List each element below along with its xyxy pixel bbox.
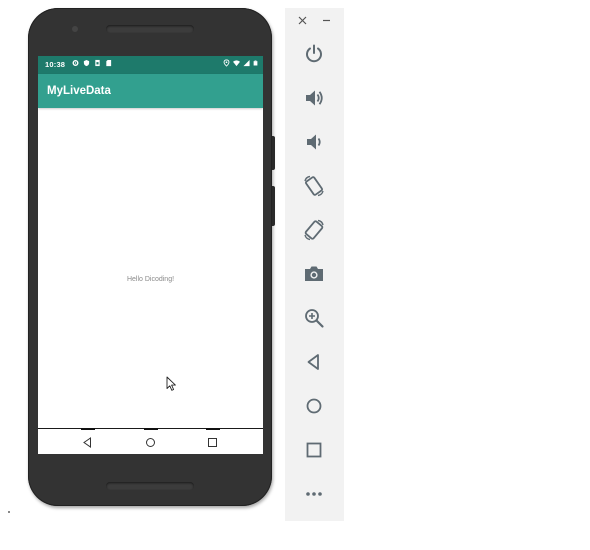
rotate-left-icon	[304, 175, 324, 197]
nav-home-icon[interactable]	[143, 435, 157, 449]
rotate-right-button[interactable]	[302, 218, 326, 242]
sd-card-icon	[106, 59, 112, 67]
app-bar: MyLiveData	[38, 74, 263, 108]
power-button[interactable]	[302, 42, 326, 66]
wifi-icon	[233, 60, 240, 67]
front-camera	[72, 26, 78, 32]
phone-frame: 10:38 MyLiveData Hello Dicoding!	[28, 8, 275, 506]
status-time: 10:38	[45, 60, 66, 69]
hello-text: Hello Dicoding!	[126, 276, 175, 283]
mouse-cursor-icon	[166, 376, 176, 391]
location-icon	[223, 59, 230, 67]
overview-button[interactable]	[302, 438, 326, 462]
back-button[interactable]	[302, 350, 326, 374]
overview-icon	[306, 442, 322, 458]
nav-recents-icon[interactable]	[205, 435, 219, 449]
top-speaker	[106, 25, 194, 33]
home-icon	[306, 398, 322, 414]
home-button[interactable]	[302, 394, 326, 418]
back-icon	[307, 354, 319, 370]
app-title: MyLiveData	[47, 85, 111, 97]
battery-icon	[253, 60, 258, 66]
more-icon	[306, 492, 322, 496]
side-power-button	[272, 136, 275, 170]
window-controls	[285, 8, 344, 34]
edge-mark	[8, 511, 10, 513]
minimize-icon[interactable]	[320, 14, 332, 26]
power-icon	[306, 44, 322, 63]
more-button[interactable]	[302, 482, 326, 506]
rotate-right-icon	[304, 219, 324, 241]
signal-icon	[243, 59, 250, 67]
screenshot-button[interactable]	[302, 262, 326, 286]
rotate-left-button[interactable]	[302, 174, 326, 198]
volume-down-icon	[307, 134, 321, 150]
side-volume-button	[272, 186, 275, 226]
camera-icon	[305, 266, 323, 281]
emulator-toolbar	[285, 8, 344, 521]
navigation-bar	[38, 428, 263, 454]
status-bar: 10:38	[38, 56, 263, 74]
close-icon[interactable]	[296, 14, 308, 26]
volume-up-button[interactable]	[302, 86, 326, 110]
shield-icon	[83, 59, 90, 67]
gear-icon	[72, 60, 79, 66]
zoom-icon	[305, 309, 324, 328]
volume-down-button[interactable]	[302, 130, 326, 154]
device-screen[interactable]: 10:38 MyLiveData Hello Dicoding!	[38, 56, 263, 454]
bottom-speaker	[106, 482, 194, 490]
zoom-button[interactable]	[302, 306, 326, 330]
sim-icon	[95, 59, 100, 67]
nav-back-icon[interactable]	[80, 435, 94, 449]
volume-up-icon	[306, 90, 323, 106]
